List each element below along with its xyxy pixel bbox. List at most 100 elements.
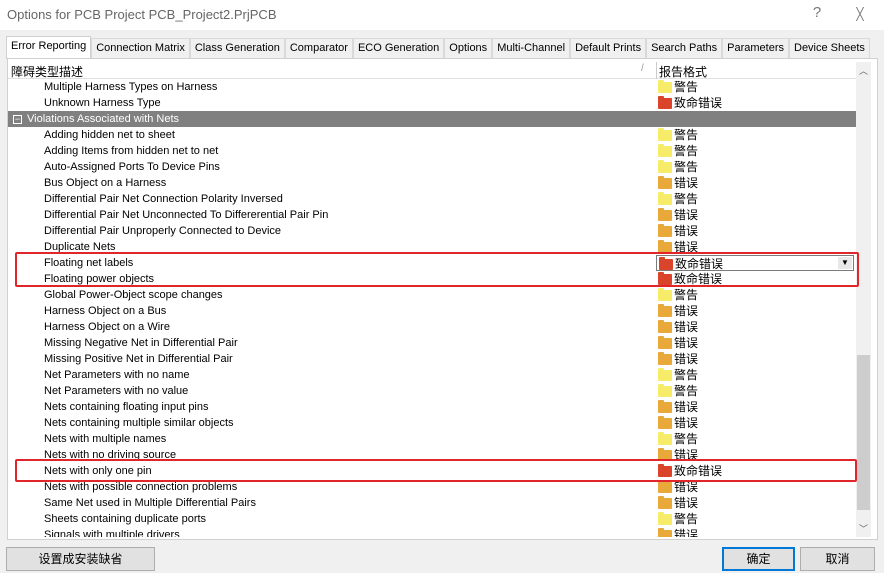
tab-connection-matrix[interactable]: Connection Matrix	[91, 38, 190, 58]
tab-device-sheets[interactable]: Device Sheets	[789, 38, 870, 58]
sort-indicator: /	[641, 63, 644, 74]
list-item[interactable]: Bus Object on a Harness 错误	[8, 175, 856, 191]
rule-name: Sheets containing duplicate ports	[44, 513, 207, 525]
list-item[interactable]: Harness Object on a Wire 错误	[8, 319, 856, 335]
list-item[interactable]: Net Parameters with no value 警告	[8, 383, 856, 399]
scroll-down-icon[interactable]: ﹀	[856, 522, 871, 535]
report-mode[interactable]: 警告	[658, 383, 698, 399]
report-mode-label: 错误	[674, 352, 699, 366]
rule-name: Adding hidden net to sheet	[44, 129, 175, 141]
report-mode[interactable]: 错误	[658, 207, 698, 223]
folder-icon	[658, 207, 672, 221]
rule-name: Same Net used in Multiple Differential P…	[44, 497, 256, 509]
highlight-box-one-pin	[15, 459, 857, 482]
rule-name: Global Power-Object scope changes	[44, 289, 223, 301]
report-mode[interactable]: 错误	[658, 399, 698, 415]
report-mode[interactable]: 警告	[658, 159, 698, 175]
report-mode[interactable]: 警告	[658, 79, 698, 95]
folder-icon	[658, 431, 672, 445]
list-header: 障碍类型描述 / 报告格式	[8, 62, 856, 79]
report-mode[interactable]: 错误	[658, 223, 698, 239]
tab-options[interactable]: Options	[444, 38, 493, 58]
report-mode[interactable]: 警告	[658, 511, 698, 527]
tab-parameters[interactable]: Parameters	[722, 38, 789, 58]
report-mode[interactable]: 错误	[658, 319, 698, 335]
tab-multi-channel[interactable]: Multi-Channel	[492, 38, 571, 58]
list-item[interactable]: Adding hidden net to sheet 警告	[8, 127, 856, 143]
report-mode[interactable]: 警告	[658, 143, 698, 159]
report-mode-label: 警告	[674, 128, 699, 142]
list-item[interactable]: Unknown Harness Type 致命错误	[8, 95, 856, 111]
report-mode[interactable]: 致命错误	[658, 95, 722, 111]
list-item[interactable]: Differential Pair Net Connection Polarit…	[8, 191, 856, 207]
list-item[interactable]: Nets containing multiple similar objects…	[8, 415, 856, 431]
list-item[interactable]: Same Net used in Multiple Differential P…	[8, 495, 856, 511]
rule-name: Net Parameters with no value	[44, 385, 189, 397]
report-mode[interactable]: 错误	[658, 351, 698, 367]
list-item[interactable]: Signals with multiple drivers 错误	[8, 527, 856, 537]
report-mode[interactable]: 错误	[658, 415, 698, 431]
rule-name: Bus Object on a Harness	[44, 177, 167, 189]
folder-icon	[658, 79, 672, 93]
collapse-icon[interactable]: −	[13, 115, 22, 124]
list-item[interactable]: Harness Object on a Bus 错误	[8, 303, 856, 319]
rule-name: Nets with multiple names	[44, 433, 167, 445]
close-button[interactable]: ╳	[848, 7, 872, 21]
list-item[interactable]: Multiple Harness Types on Harness 警告	[8, 79, 856, 95]
list-item[interactable]: Net Parameters with no name 警告	[8, 367, 856, 383]
list-item[interactable]: Missing Positive Net in Differential Pai…	[8, 351, 856, 367]
list-item[interactable]: Nets with multiple names 警告	[8, 431, 856, 447]
list-item[interactable]: Nets containing floating input pins 错误	[8, 399, 856, 415]
tab-error-reporting[interactable]: Error Reporting	[6, 36, 92, 59]
tab-class-generation[interactable]: Class Generation	[189, 38, 285, 58]
report-mode[interactable]: 错误	[658, 303, 698, 319]
cancel-button[interactable]: 取消	[800, 547, 875, 571]
list-item[interactable]: Adding Items from hidden net to net 警告	[8, 143, 856, 159]
list-item[interactable]: Sheets containing duplicate ports 警告	[8, 511, 856, 527]
tab-default-prints[interactable]: Default Prints	[570, 38, 647, 58]
rule-name: Unknown Harness Type	[44, 97, 161, 109]
list-item[interactable]: Differential Pair Net Unconnected To Dif…	[8, 207, 856, 223]
report-mode-label: 警告	[674, 368, 699, 382]
column-header-report-mode[interactable]: 报告格式	[659, 63, 707, 80]
report-mode-label: 致命错误	[674, 96, 723, 110]
tab-comparator[interactable]: Comparator	[284, 38, 353, 58]
rule-name: Adding Items from hidden net to net	[44, 145, 219, 157]
column-separator[interactable]	[656, 62, 657, 79]
list-item[interactable]: Global Power-Object scope changes 警告	[8, 287, 856, 303]
folder-icon	[658, 303, 672, 317]
tab-eco-generation[interactable]: ECO Generation	[352, 38, 445, 58]
report-mode-label: 错误	[674, 176, 699, 190]
scrollbar-thumb[interactable]	[857, 355, 870, 510]
ok-button[interactable]: 确定	[722, 547, 795, 571]
rule-name: Missing Negative Net in Differential Pai…	[44, 337, 238, 349]
report-mode[interactable]: 警告	[658, 127, 698, 143]
tab-search-paths[interactable]: Search Paths	[646, 38, 723, 58]
report-mode[interactable]: 错误	[658, 527, 698, 537]
folder-icon	[658, 495, 672, 509]
folder-icon	[658, 351, 672, 365]
folder-icon	[658, 95, 672, 109]
list-item[interactable]: Missing Negative Net in Differential Pai…	[8, 335, 856, 351]
group-row[interactable]: − Violations Associated with Nets	[8, 111, 856, 127]
rule-name: Auto-Assigned Ports To Device Pins	[44, 161, 220, 173]
list-item[interactable]: Differential Pair Unproperly Connected t…	[8, 223, 856, 239]
report-mode[interactable]: 错误	[658, 495, 698, 511]
rule-name: Nets containing floating input pins	[44, 401, 209, 413]
scroll-up-icon[interactable]: ︿	[856, 64, 871, 77]
report-mode[interactable]: 警告	[658, 191, 698, 207]
rule-name: Differential Pair Net Unconnected To Dif…	[44, 209, 329, 221]
list-item[interactable]: Auto-Assigned Ports To Device Pins 警告	[8, 159, 856, 175]
folder-icon	[658, 415, 672, 429]
column-header-description[interactable]: 障碍类型描述	[11, 63, 83, 80]
report-mode[interactable]: 警告	[658, 287, 698, 303]
report-mode[interactable]: 警告	[658, 367, 698, 383]
help-button[interactable]: ?	[805, 4, 829, 21]
report-mode-label: 错误	[674, 320, 699, 334]
report-mode[interactable]: 警告	[658, 431, 698, 447]
vertical-scrollbar[interactable]: ︿ ﹀	[856, 62, 871, 537]
report-mode[interactable]: 错误	[658, 335, 698, 351]
window-title: Options for PCB Project PCB_Project2.Prj…	[7, 7, 277, 22]
set-installation-defaults-button[interactable]: 设置成安装缺省	[6, 547, 155, 571]
report-mode[interactable]: 错误	[658, 175, 698, 191]
